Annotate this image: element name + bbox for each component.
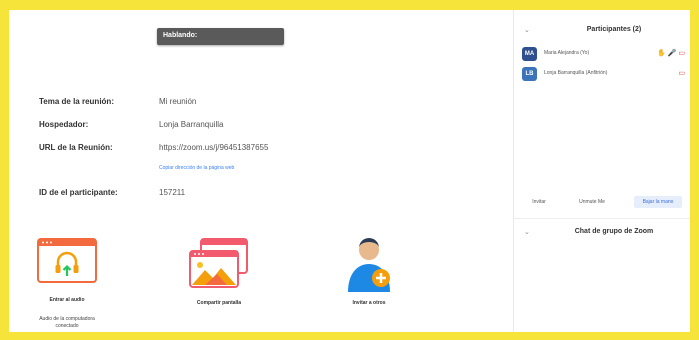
- meeting-window: Hablando: Tema de la reunión: Mi reunión…: [9, 10, 690, 332]
- host-label: Hospedador:: [39, 120, 89, 129]
- join-audio-label: Entrar al audio: [49, 297, 85, 303]
- unmute-me-button[interactable]: Unmute Me: [572, 196, 612, 208]
- lower-hand-button[interactable]: Bajar la mano: [634, 196, 682, 208]
- side-panel: ⌄ Participantes (2) MA Maria Alejandra (…: [513, 10, 690, 332]
- invite-label: Invitar a otros: [352, 300, 386, 306]
- invite-user-icon: [348, 238, 390, 292]
- chevron-down-icon[interactable]: ⌄: [524, 26, 530, 34]
- chat-title: Chat de grupo de Zoom: [574, 228, 654, 235]
- participants-title: Participantes (2): [586, 26, 642, 33]
- participants-header[interactable]: ⌄ Participantes (2): [514, 22, 690, 40]
- participant-id-value: 157211: [159, 188, 186, 197]
- copy-url-link[interactable]: Copiar dirección de la página web: [159, 165, 234, 171]
- mic-muted-icon[interactable]: 🎤: [668, 50, 677, 57]
- avatar: LB: [522, 67, 537, 81]
- url-value: https://zoom.us/j/96451387655: [159, 143, 269, 152]
- share-screen-icon: [189, 238, 248, 288]
- host-value: Lonja Barranquilla: [159, 120, 224, 129]
- main-panel: Hablando: Tema de la reunión: Mi reunión…: [9, 10, 513, 332]
- video-off-icon[interactable]: ▭: [678, 70, 685, 77]
- hand-raised-icon: ✋: [657, 50, 666, 57]
- audio-connected-status: Audio de la computadora conectado: [39, 316, 95, 329]
- participant-id-label: ID de el participante:: [39, 188, 118, 197]
- speaking-indicator: Hablando:: [157, 28, 284, 45]
- participant-controls: ▭: [678, 69, 685, 77]
- headphones-icon: [37, 238, 97, 283]
- invite-button[interactable]: [343, 236, 395, 294]
- video-off-icon[interactable]: ▭: [678, 50, 685, 57]
- participant-controls: ✋ 🎤 ▭: [657, 49, 685, 57]
- participant-row[interactable]: MA Maria Alejandra (Yo) ✋ 🎤 ▭: [522, 47, 685, 61]
- chat-header[interactable]: ⌄ Chat de grupo de Zoom: [514, 224, 690, 242]
- invite-participants-button[interactable]: Invitar: [524, 196, 554, 208]
- topic-label: Tema de la reunión:: [39, 97, 114, 106]
- topic-value: Mi reunión: [159, 97, 197, 106]
- participant-name: Lonja Barranquilla (Anfitrión): [544, 70, 608, 76]
- panel-divider: [514, 218, 690, 219]
- participant-name: Maria Alejandra (Yo): [544, 50, 590, 56]
- share-screen-button[interactable]: [187, 237, 251, 289]
- url-label: URL de la Reunión:: [39, 143, 113, 152]
- share-screen-label: Compartir pantalla: [196, 300, 242, 306]
- join-audio-button[interactable]: [37, 238, 97, 283]
- chevron-down-icon[interactable]: ⌄: [524, 228, 530, 236]
- avatar: MA: [522, 47, 537, 61]
- participant-row[interactable]: LB Lonja Barranquilla (Anfitrión) ▭: [522, 67, 685, 81]
